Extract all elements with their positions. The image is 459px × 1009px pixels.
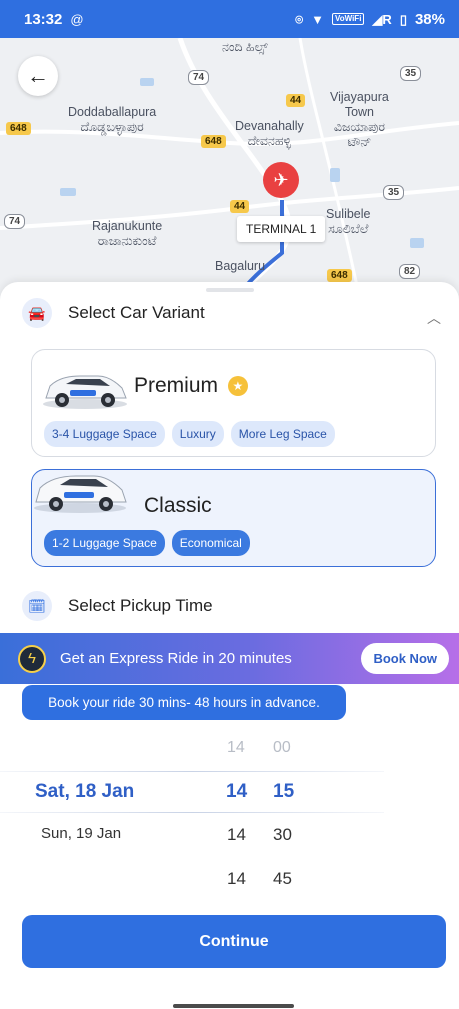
hour-option[interactable]: 14 — [227, 825, 246, 845]
map-place-sulibele: Sulibele ಸೂಲಿಬೆಲೆ — [326, 207, 371, 236]
hour-option[interactable]: 14 — [227, 739, 245, 757]
minute-option[interactable]: 30 — [273, 825, 292, 845]
car-variant-title: Select Car Variant — [68, 303, 205, 322]
variant-name-classic: Classic — [144, 494, 212, 517]
pickup-time-title: Select Pickup Time — [68, 596, 213, 615]
pickup-time-header[interactable]: 🗓 Select Pickup Time — [22, 591, 213, 621]
classic-car-image — [34, 475, 127, 513]
feature-chip: 3-4 Luggage Space — [44, 421, 165, 447]
variant-name-text: Premium — [134, 374, 219, 397]
map-place-rajanukunte: Rajanukunte ರಾಜಾನುಕುಂಟೆ — [92, 219, 163, 248]
road-badge: 35 — [400, 66, 422, 81]
advance-booking-tooltip: Book your ride 30 mins- 48 hours in adva… — [22, 685, 346, 720]
road-badge: 648 — [6, 122, 31, 135]
premium-chips: 3-4 Luggage Space Luxury More Leg Space — [44, 421, 335, 447]
calendar-clock-icon: 🗓 — [22, 591, 52, 621]
car-icon: 🚘 — [22, 298, 52, 328]
road-badge: 82 — [399, 264, 421, 279]
continue-button[interactable]: Continue — [22, 915, 446, 968]
airport-pin-icon[interactable]: ✈ — [263, 162, 299, 198]
road-badge: 44 — [286, 94, 306, 107]
car-variant-header[interactable]: 🚘 Select Car Variant — [22, 298, 205, 328]
wifi-icon: ▼ — [311, 11, 324, 27]
book-now-button[interactable]: Book Now — [361, 643, 449, 674]
express-ride-text: Get an Express Ride in 20 minutes — [60, 650, 292, 667]
hour-option[interactable]: 14 — [227, 869, 246, 889]
day-option[interactable]: Sun, 19 Jan — [41, 825, 121, 842]
minute-option-selected[interactable]: 15 — [273, 781, 294, 803]
road-badge: 648 — [201, 135, 226, 148]
feature-chip: Luxury — [171, 421, 224, 447]
gesture-nav-bar[interactable] — [173, 1004, 294, 1008]
back-button[interactable]: ← — [18, 56, 58, 96]
classic-chips: 1-2 Luggage Space Economical — [44, 530, 250, 556]
lightning-icon: ϟ — [18, 644, 46, 673]
status-bar: 13:32 @ ⌾ ▼ VoWiFi ◢R ▯ 38% — [0, 0, 459, 38]
road-badge: 44 — [230, 200, 250, 213]
location-icon: ⌾ — [295, 11, 304, 27]
booking-sheet: 🚘 Select Car Variant ︿ Premium ★ 3-4 Lug… — [0, 282, 459, 1009]
arrow-left-icon: ← — [27, 63, 49, 88]
chevron-up-icon[interactable]: ︿ — [427, 308, 441, 328]
picker-divider — [0, 771, 384, 772]
route-map[interactable]: ನಂದಿ ಹಿಲ್ಸ್ Doddaballapura ದೊಡ್ಡಬಳ್ಳಾಪುರ… — [0, 38, 459, 300]
express-ride-banner[interactable]: ϟ Get an Express Ride in 20 minutes Book… — [0, 633, 459, 684]
feature-chip: 1-2 Luggage Space — [44, 530, 165, 556]
map-place-doddaballapura: Doddaballapura ದೊಡ್ಡಬಳ್ಳಾಪುರ — [68, 105, 157, 134]
variant-card-classic[interactable]: Classic 1-2 Luggage Space Economical — [31, 469, 436, 567]
feature-chip: More Leg Space — [230, 421, 335, 447]
road-badge: 74 — [188, 70, 210, 85]
road-badge: 74 — [4, 214, 26, 229]
signal-icon: ◢R — [372, 11, 392, 27]
map-place-bagaluru: Bagaluru — [215, 259, 266, 273]
variant-name-premium: Premium ★ — [134, 374, 248, 398]
hour-option-selected[interactable]: 14 — [226, 781, 247, 803]
minute-option[interactable]: 45 — [273, 869, 292, 889]
variant-card-premium[interactable]: Premium ★ 3-4 Luggage Space Luxury More … — [31, 349, 436, 457]
battery-icon: ▯ — [399, 11, 407, 27]
feature-chip: Economical — [171, 530, 250, 556]
premium-car-image — [43, 375, 127, 409]
map-place-nandi: ನಂದಿ ಹಿಲ್ಸ್ — [222, 40, 268, 54]
star-badge-icon: ★ — [227, 376, 248, 396]
status-time: 13:32 — [24, 10, 63, 28]
road-badge: 648 — [327, 269, 352, 282]
terminal-label: TERMINAL 1 — [237, 216, 326, 242]
sheet-handle[interactable] — [206, 288, 254, 292]
battery-percent: 38% — [414, 10, 445, 28]
picker-divider — [0, 812, 384, 813]
map-place-devanahally: Devanahally ದೇವನಹಳ್ಳಿ — [235, 119, 304, 148]
app-notification-icon: @ — [70, 11, 84, 27]
map-place-vijayapura: Vijayapura Town ವಿಜಯಾಪುರ ಟೌನ್ — [330, 90, 389, 149]
day-option-selected[interactable]: Sat, 18 Jan — [35, 781, 134, 803]
minute-option[interactable]: 00 — [273, 739, 291, 757]
wifi-calling-icon: VoWiFi — [331, 13, 365, 25]
road-badge: 35 — [383, 185, 405, 200]
